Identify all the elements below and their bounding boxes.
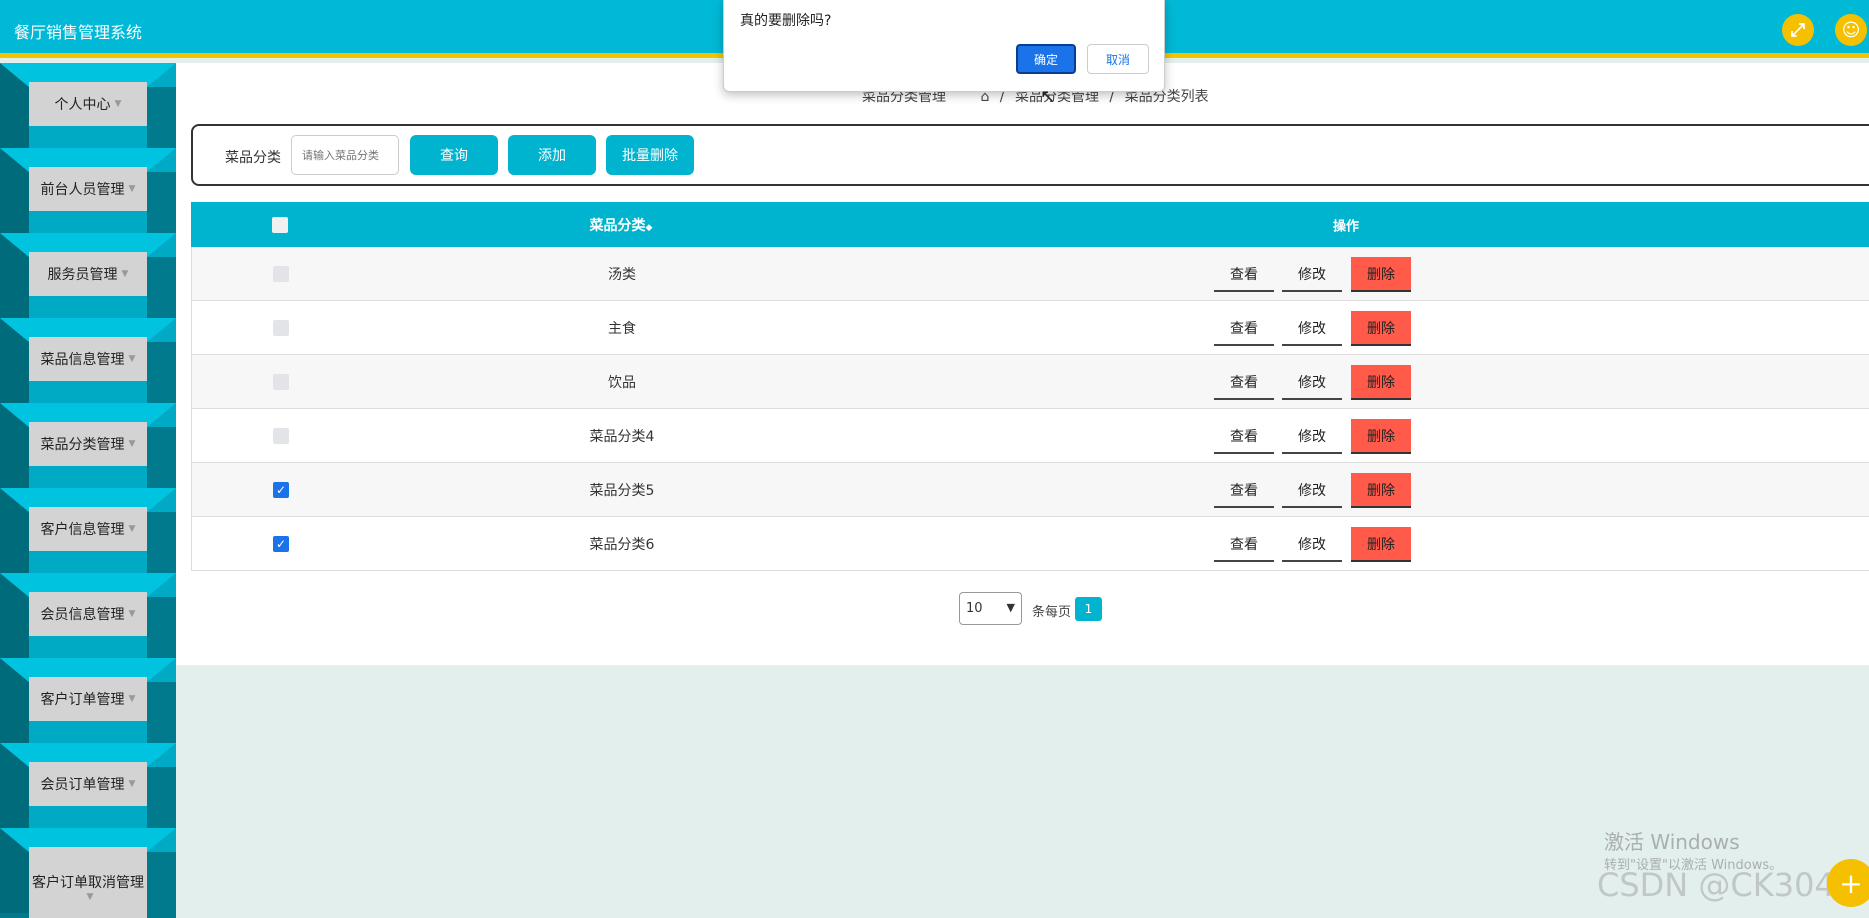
sidebar-item-label: 菜品信息管理 [40,352,125,368]
confirm-cancel-button[interactable]: 取消 [1087,44,1149,74]
sidebar-item-front-staff[interactable]: 前台人员管理 ▼ [0,148,176,233]
category-name: 菜品分类6 [589,536,655,553]
view-button[interactable]: 查看 [1214,311,1274,346]
sidebar-item-dish-category[interactable]: 菜品分类管理 ▼ [0,403,176,488]
sidebar: 个人中心 ▼ 前台人员管理 ▼ 服务员管理 ▼ 菜品信息管理 ▼ 菜品分类管理 ▼ 客户信… [0,63,176,918]
confirm-dialog: 真的要删除吗? 确定 取消 [723,0,1165,92]
search-label: 菜品分类 [225,150,281,166]
table-row: ✓ 菜品分类6 查看 修改 删除 [192,517,1869,571]
select-all-checkbox[interactable] [272,216,288,233]
edit-button[interactable]: 修改 [1282,473,1342,508]
category-name: 菜品分类5 [589,482,655,499]
sidebar-item-label: 客户信息管理 [40,522,125,538]
sidebar-item-label: 个人中心 [54,97,111,113]
sidebar-item-dish-info[interactable]: 菜品信息管理 ▼ [0,318,176,403]
page-number-button[interactable]: 1 [1075,597,1102,621]
column-header-actions: 操作 [1332,219,1359,234]
table-row: 菜品分类4 查看 修改 删除 [192,409,1869,463]
view-button[interactable]: 查看 [1214,527,1274,562]
chevron-down-icon: ▼ [128,354,136,364]
csdn-watermark: CSDN @CK3040 [1597,866,1856,904]
add-button[interactable]: 添加 [508,135,596,175]
search-input[interactable] [291,135,399,175]
chevron-down-icon: ▼ [114,99,122,109]
chevron-down-icon: ▼ [86,892,94,902]
row-checkbox[interactable]: ✓ [273,481,289,498]
chevron-down-icon: ▼ [1006,601,1015,614]
mouse-cursor-icon: ↖ [1040,86,1056,107]
data-table: 菜品分类◆ 操作 汤类 查看 修改 删除 主食 查看 修改 删除 饮品 查看 修… [191,202,1869,571]
batch-delete-button[interactable]: 批量删除 [606,135,694,175]
chevron-down-icon: ▼ [128,184,136,194]
category-name: 饮品 [608,374,636,391]
chevron-down-icon: ▼ [128,524,136,534]
sort-icon[interactable]: ◆ [646,223,653,233]
edit-button[interactable]: 修改 [1282,365,1342,400]
page-size-select[interactable]: 10 ▼ [959,592,1022,625]
delete-button[interactable]: 删除 [1351,473,1411,508]
table-row: 饮品 查看 修改 删除 [192,355,1869,409]
table-row: 汤类 查看 修改 删除 [192,247,1869,301]
fullscreen-icon[interactable]: ⤢ [1782,14,1814,46]
sidebar-item-member-order[interactable]: 会员订单管理 ▼ [0,743,176,828]
row-checkbox[interactable] [273,427,289,444]
view-button[interactable]: 查看 [1214,365,1274,400]
chevron-down-icon: ▼ [128,609,136,619]
confirm-ok-button[interactable]: 确定 [1016,44,1076,74]
row-checkbox[interactable] [273,373,289,390]
row-checkbox[interactable]: ✓ [273,535,289,552]
edit-button[interactable]: 修改 [1282,527,1342,562]
sidebar-item-order-cancel[interactable]: 客户订单取消管理 ▼ [0,828,176,918]
chevron-down-icon: ▼ [121,269,129,279]
view-button[interactable]: 查看 [1214,419,1274,454]
sidebar-item-personal-center[interactable]: 个人中心 ▼ [0,63,176,148]
user-icon[interactable]: ☺ [1835,14,1867,46]
table-row: ✓ 菜品分类5 查看 修改 删除 [192,463,1869,517]
category-name: 主食 [608,320,636,337]
sidebar-item-label: 客户订单取消管理 [32,875,144,891]
edit-button[interactable]: 修改 [1282,419,1342,454]
sidebar-item-label: 客户订单管理 [40,692,125,708]
sidebar-item-customer-info[interactable]: 客户信息管理 ▼ [0,488,176,573]
sidebar-item-label: 前台人员管理 [40,182,125,198]
category-name: 菜品分类4 [589,428,655,445]
view-button[interactable]: 查看 [1214,473,1274,508]
page-size-value: 10 [966,601,983,616]
chevron-down-icon: ▼ [128,439,136,449]
sidebar-item-label: 会员订单管理 [40,777,125,793]
sidebar-item-label: 服务员管理 [47,267,118,283]
chevron-down-icon: ▼ [128,779,136,789]
windows-activation-watermark: 激活 Windows [1604,830,1740,854]
column-header-category[interactable]: 菜品分类◆ [521,215,721,235]
row-checkbox[interactable] [273,319,289,336]
sidebar-item-label: 会员信息管理 [40,607,125,623]
sidebar-item-member-info[interactable]: 会员信息管理 ▼ [0,573,176,658]
delete-button[interactable]: 删除 [1351,365,1411,400]
sidebar-item-waiter[interactable]: 服务员管理 ▼ [0,233,176,318]
app-title: 餐厅销售管理系统 [14,23,143,42]
category-name: 汤类 [608,266,636,283]
table-header: 菜品分类◆ 操作 [191,202,1869,247]
dialog-message: 真的要删除吗? [740,13,832,29]
per-page-label: 条每页 [1032,605,1072,620]
edit-button[interactable]: 修改 [1282,311,1342,346]
sidebar-item-customer-order[interactable]: 客户订单管理 ▼ [0,658,176,743]
chevron-down-icon: ▼ [128,694,136,704]
delete-button[interactable]: 删除 [1351,311,1411,346]
sidebar-item-label: 菜品分类管理 [40,437,125,453]
edit-button[interactable]: 修改 [1282,257,1342,292]
table-row: 主食 查看 修改 删除 [192,301,1869,355]
row-checkbox[interactable] [273,265,289,282]
floating-action-icon[interactable]: + [1827,859,1869,907]
view-button[interactable]: 查看 [1214,257,1274,292]
search-button[interactable]: 查询 [410,135,498,175]
delete-button[interactable]: 删除 [1351,257,1411,292]
delete-button[interactable]: 删除 [1351,527,1411,562]
delete-button[interactable]: 删除 [1351,419,1411,454]
